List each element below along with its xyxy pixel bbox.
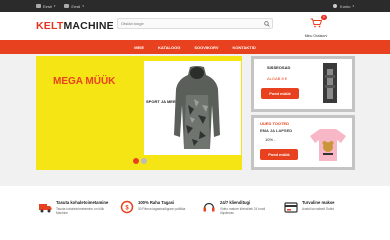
account-label: Konto	[340, 3, 351, 9]
nav-item-kataloog[interactable]: KATALOOG	[158, 45, 180, 50]
chevron-down-icon: ▾	[352, 4, 354, 8]
cart-count-badge: 0	[321, 15, 327, 20]
search-placeholder: Otsida tooge	[121, 21, 144, 26]
currency-icon	[64, 4, 70, 8]
hero-slider-dots	[133, 158, 149, 164]
chevron-down-icon: ▾	[53, 4, 56, 8]
search-input[interactable]: Otsida tooge	[117, 18, 273, 29]
promo-shop-button[interactable]: Poed müük	[261, 88, 299, 99]
language-selector[interactable]: Eesti ▾	[36, 4, 55, 9]
cart-button[interactable]: 0 Minu Ostukorv	[300, 15, 332, 38]
feature-title: 100% Raha Tagasi	[138, 200, 175, 205]
tshirt-product-image	[308, 127, 348, 163]
promo-shop-button[interactable]: Poed müük	[260, 149, 298, 160]
slider-dot-2[interactable]	[141, 158, 147, 164]
main-nav: MEIE KATALOOG SOOVIKORV KONTAKTID	[0, 40, 390, 54]
promo-discount: 10% -	[265, 137, 276, 142]
nav-item-meie[interactable]: MEIE	[134, 45, 144, 50]
jacket-product-image	[318, 61, 342, 105]
feature-desc: Tasuta kohaletoimetamine on kõik Machine	[56, 207, 105, 216]
truck-icon	[39, 204, 52, 213]
currency-label: Eesti	[71, 3, 81, 9]
hero-product-card[interactable]: SPORT JA MEES	[144, 61, 241, 155]
promo-card-accessories[interactable]: SISSEOSAD ALGAB 8 € Poed müük	[251, 56, 355, 112]
chevron-down-icon: ▾	[82, 4, 84, 8]
feature-desc: Video mature klienditeli 24 tundi ööpäev…	[220, 207, 266, 216]
hoodie-product-image	[174, 66, 220, 149]
top-bar: Eesti ▾ Eesti ▾ Konto ▾	[0, 0, 390, 12]
logo-part-1: KELT	[36, 20, 64, 32]
nav-item-soovikorv[interactable]: SOOVIKORV	[194, 45, 218, 50]
language-label: Eesti	[43, 3, 52, 9]
hero-banner[interactable]: MEGA MÜÜK SPORT JA MEES	[36, 56, 242, 170]
headset-icon	[203, 202, 215, 212]
promo-heading: SISSEOSAD	[267, 65, 291, 70]
slider-dot-1[interactable]	[133, 158, 139, 164]
hero-title: MEGA MÜÜK	[53, 76, 116, 87]
site-logo[interactable]: KELTMACHINE	[36, 20, 114, 32]
promo-subheading: EMA JA LAPSED	[260, 128, 293, 133]
promo-heading: UUED TOOTED	[260, 121, 290, 126]
nav-item-kontaktid[interactable]: KONTAKTID	[232, 45, 255, 50]
features-strip: Tasuta kohaletoimetamine Tasuta kohaleto…	[0, 186, 390, 240]
feature-title: Tasuta kohaletoimetamine	[56, 200, 109, 205]
svg-text:$: $	[125, 206, 129, 212]
feature-desc: 30 Päeva tagastusõiguse poliitika	[138, 207, 186, 211]
money-back-icon: $	[120, 200, 134, 214]
user-icon	[333, 4, 338, 8]
search-icon[interactable]	[262, 19, 272, 28]
promo-card-new[interactable]: UUED TOOTED EMA JA LAPSED 10% - Poed müü…	[251, 115, 355, 170]
cart-icon	[310, 18, 323, 28]
promo-price: ALGAB 8 €	[267, 76, 288, 81]
secure-payment-icon	[284, 202, 298, 213]
account-menu[interactable]: Konto ▾	[333, 4, 354, 9]
cart-label: Minu Ostukorv	[304, 34, 328, 38]
promo-card-inner: SISSEOSAD ALGAB 8 € Poed müük	[254, 59, 352, 109]
logo-part-2: MACHINE	[63, 20, 114, 32]
feature-desc: Avaldi turvaliselt Sobid	[302, 207, 335, 211]
feature-title: 24/7 klienditugi	[220, 200, 251, 205]
feature-title: Turvaline makse	[302, 200, 335, 205]
site-header: KELTMACHINE Otsida tooge 0 Minu Ostukorv	[0, 12, 390, 40]
currency-selector[interactable]: Eesti ▾	[64, 3, 84, 9]
promo-card-inner: UUED TOOTED EMA JA LAPSED 10% - Poed müü…	[254, 118, 352, 167]
flag-icon	[36, 4, 41, 8]
